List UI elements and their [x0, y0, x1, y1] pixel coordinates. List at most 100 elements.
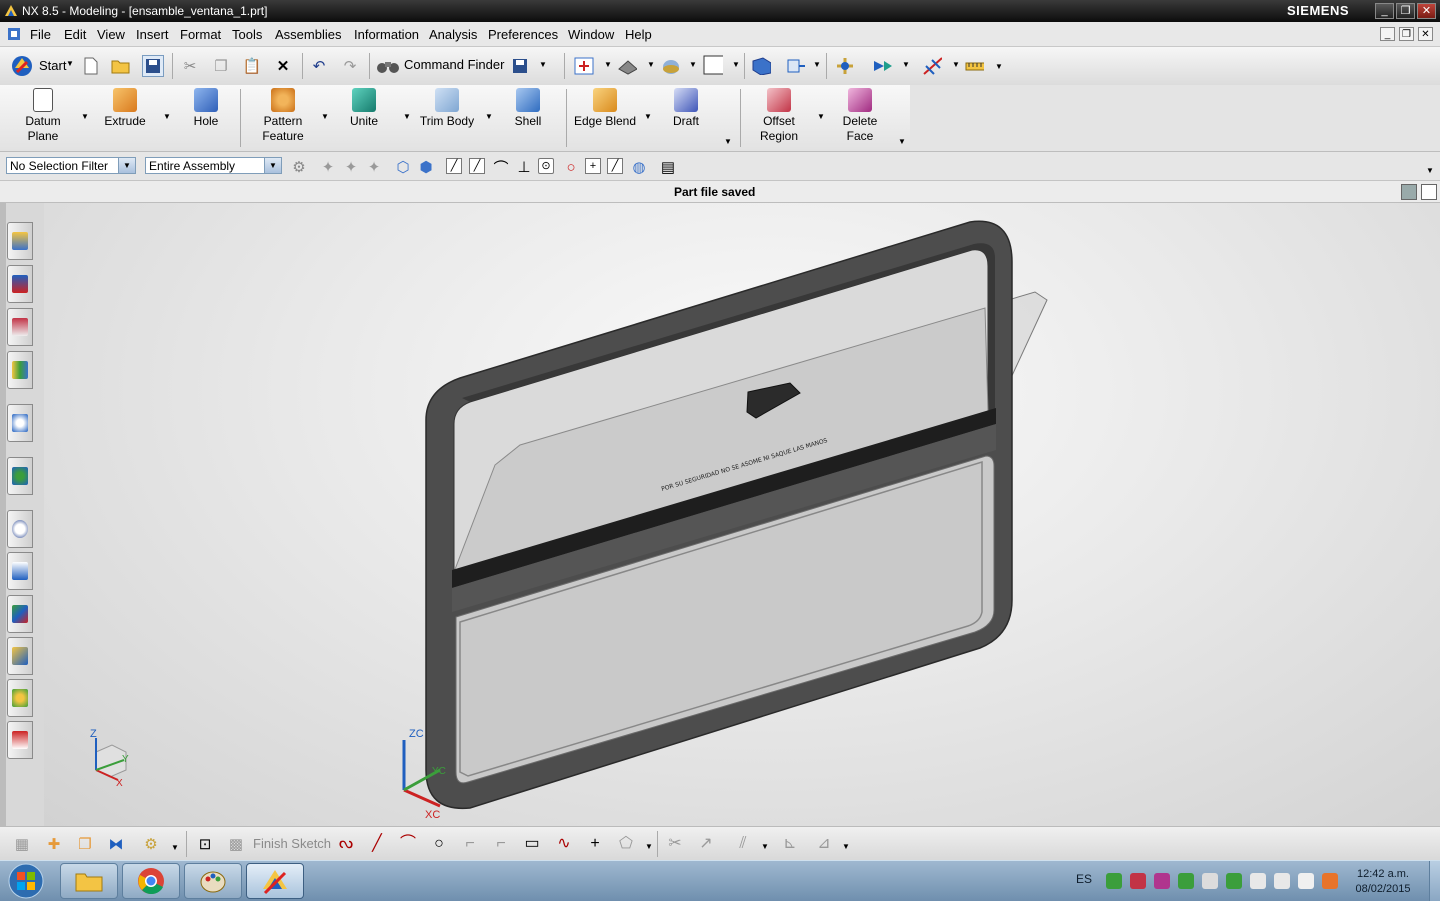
snap-on-curve-icon[interactable]: ╱ — [607, 158, 623, 174]
point-icon[interactable] — [922, 56, 942, 76]
open-icon[interactable] — [111, 56, 131, 76]
roles-tab[interactable] — [7, 679, 33, 717]
general-selection-icon[interactable]: ⚙ — [289, 157, 309, 177]
motion-icon[interactable] — [872, 56, 892, 76]
system-scenes-tab[interactable] — [7, 637, 33, 675]
sync-overflow-icon[interactable]: ▼ — [898, 137, 906, 146]
snap-control-icon[interactable]: ⌒ — [491, 157, 511, 177]
snap-quadrant-icon[interactable]: ○ — [561, 157, 581, 177]
edge-blend-dropdown-icon[interactable]: ▼ — [644, 112, 652, 121]
menu-analysis[interactable]: Analysis — [429, 27, 477, 42]
visualization-tab[interactable] — [7, 595, 33, 633]
sketch-in-task-icon[interactable]: ⊡ — [195, 834, 215, 854]
render-style-icon[interactable] — [661, 56, 681, 76]
quick-extend-icon[interactable]: ↗ — [696, 835, 716, 853]
csys-icon[interactable] — [751, 56, 771, 76]
orient-view-icon[interactable] — [617, 56, 637, 76]
hd3d-tools-tab[interactable] — [7, 404, 33, 442]
finish-sketch-button[interactable]: Finish Sketch — [253, 836, 331, 851]
save-view-icon[interactable] — [510, 56, 530, 76]
rectangle-icon[interactable]: ▭ — [522, 835, 542, 853]
dimension-icon[interactable]: ⊿ — [814, 835, 834, 853]
window-model-view[interactable]: POR SU SEGURIDAD NO SE ASOME NI SAQUE LA… — [44, 203, 1440, 826]
pattern-dropdown-icon[interactable]: ▼ — [321, 112, 329, 121]
curve-dropdown-icon[interactable]: ▼ — [645, 842, 653, 851]
offset-curve-icon[interactable]: ⫽ — [733, 835, 753, 853]
chrome-taskbar-button[interactable] — [122, 863, 180, 899]
sketch-icon[interactable]: ▦ — [12, 834, 32, 854]
selection-options-icon[interactable]: ▤ — [658, 157, 678, 177]
update-icon[interactable] — [1322, 873, 1338, 889]
offset-dropdown-icon[interactable]: ▼ — [761, 842, 769, 851]
extrude-dropdown-icon[interactable]: ▼ — [163, 112, 171, 121]
tray-app-icon[interactable] — [1130, 873, 1146, 889]
snap-midpoint-icon[interactable]: ╱ — [469, 158, 485, 174]
start-dropdown-icon[interactable]: ▼ — [66, 59, 74, 68]
network-icon[interactable] — [1274, 873, 1290, 889]
redo-icon[interactable]: ↷ — [340, 56, 360, 76]
menu-window[interactable]: Window — [568, 27, 614, 42]
select-assembly-icon[interactable]: ⬢ — [416, 157, 436, 177]
unite-dropdown-icon[interactable]: ▼ — [403, 112, 411, 121]
binoculars-icon[interactable] — [376, 58, 400, 74]
delete-icon[interactable]: ✕ — [273, 56, 293, 76]
tray-sync-icon[interactable] — [1106, 873, 1122, 889]
snap-arc-center-icon[interactable]: ⊙ — [538, 158, 554, 174]
snap-icon[interactable] — [835, 56, 855, 76]
studio-spline-icon[interactable]: ∿ — [554, 835, 574, 853]
draft-button[interactable]: Draft — [664, 85, 708, 149]
web-browser-tab[interactable] — [7, 457, 33, 495]
snap-on-surface-icon[interactable]: ◍ — [629, 157, 649, 177]
delete-face-button[interactable]: Delete Face — [834, 85, 886, 149]
point-dropdown-icon[interactable]: ▼ — [952, 60, 960, 69]
menu-edit[interactable]: Edit — [64, 27, 86, 42]
new-icon[interactable] — [81, 56, 101, 76]
point-sketch-icon[interactable]: + — [585, 835, 605, 853]
command-finder-button[interactable]: Command Finder — [404, 57, 504, 72]
measure-dropdown-icon[interactable]: ▼ — [995, 62, 1003, 71]
layer-dropdown-icon[interactable]: ▼ — [813, 60, 821, 69]
dimension-dropdown-icon[interactable]: ▼ — [842, 842, 850, 851]
snap-intersection-icon[interactable]: ⊥ — [514, 157, 534, 177]
show-desktop-button[interactable] — [1429, 861, 1440, 901]
system-materials-tab[interactable] — [7, 721, 33, 759]
language-indicator[interactable]: ES — [1076, 872, 1092, 886]
profile-icon[interactable]: ᔓ — [336, 835, 356, 853]
restore-button[interactable]: ❐ — [1396, 3, 1415, 19]
reuse-library-tab[interactable] — [7, 351, 33, 389]
constraint-navigator-tab[interactable] — [7, 265, 33, 303]
datum-dropdown-icon[interactable]: ▼ — [81, 112, 89, 121]
trim-body-button[interactable]: Trim Body — [416, 85, 478, 149]
part-navigator-tab[interactable] — [7, 308, 33, 346]
tray-pinwheel-icon[interactable] — [1154, 873, 1170, 889]
mate-component-icon[interactable]: ⧓ — [106, 834, 126, 854]
menu-assemblies[interactable]: Assemblies — [275, 27, 341, 42]
extrude-button[interactable]: Extrude — [98, 85, 152, 149]
circle-icon[interactable]: ○ — [429, 835, 449, 853]
windows-start-icon[interactable] — [6, 862, 46, 900]
action-center-icon[interactable] — [1298, 873, 1314, 889]
copy-icon[interactable]: ❐ — [211, 56, 231, 76]
work-layer-icon[interactable] — [785, 56, 805, 76]
menu-information[interactable]: Information — [354, 27, 419, 42]
undo-icon[interactable]: ↶ — [309, 56, 329, 76]
start-icon[interactable] — [10, 54, 34, 78]
volume-icon[interactable] — [1202, 873, 1218, 889]
display-icon[interactable] — [1250, 873, 1266, 889]
doc-close-button[interactable]: ✕ — [1418, 27, 1433, 41]
menu-insert[interactable]: Insert — [136, 27, 169, 42]
new-component-icon[interactable]: ❐ — [75, 834, 95, 854]
fillet-icon[interactable]: ⌐ — [460, 835, 480, 853]
shell-button[interactable]: Shell — [506, 85, 550, 149]
system-clock[interactable]: 12:42 a.m. 08/02/2015 — [1348, 867, 1418, 897]
unite-button[interactable]: Unite — [340, 85, 388, 149]
menu-tools[interactable]: Tools — [232, 27, 262, 42]
render-dropdown-icon[interactable]: ▼ — [689, 60, 697, 69]
battery-icon[interactable] — [1226, 873, 1242, 889]
select-body-icon[interactable]: ✦ — [341, 157, 361, 177]
selection-scope-dropdown[interactable]: Entire Assembly ▼ — [145, 157, 282, 174]
selection-overflow-icon[interactable]: ▼ — [1426, 166, 1434, 175]
menu-format[interactable]: Format — [180, 27, 221, 42]
background-dropdown-icon[interactable]: ▼ — [732, 60, 740, 69]
select-feature-icon[interactable]: ✦ — [318, 157, 338, 177]
